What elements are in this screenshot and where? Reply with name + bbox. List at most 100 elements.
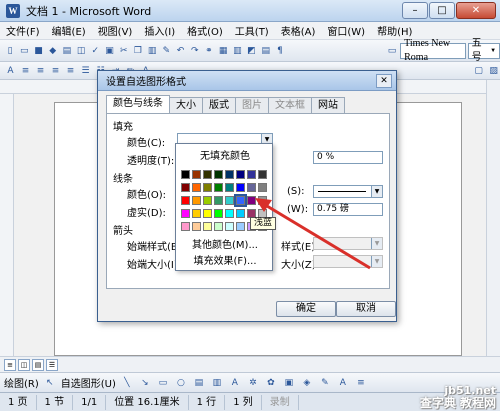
clipart-icon[interactable]: ✿ xyxy=(264,376,278,390)
border-icon[interactable]: ▢ xyxy=(472,64,485,78)
color-swatch[interactable] xyxy=(181,196,190,205)
line-style-icon[interactable]: ≡ xyxy=(354,376,368,390)
tab-colors-lines[interactable]: 颜色与线条 xyxy=(106,95,170,113)
style-icon[interactable]: A xyxy=(4,64,17,78)
font-name-select[interactable]: Times New Roma xyxy=(400,38,466,63)
save-icon[interactable]: ■ xyxy=(32,44,44,58)
tab-web[interactable]: 网站 xyxy=(311,97,345,113)
color-swatch[interactable] xyxy=(247,183,256,192)
cancel-button[interactable]: 取消 xyxy=(336,301,396,317)
columns-icon[interactable]: ▥ xyxy=(231,44,243,58)
color-swatch[interactable] xyxy=(203,196,212,205)
spelling-icon[interactable]: ✓ xyxy=(89,44,101,58)
table-icon[interactable]: ▦ xyxy=(217,44,229,58)
color-swatch[interactable] xyxy=(258,183,267,192)
paste-icon[interactable]: ▥ xyxy=(146,44,158,58)
tab-size[interactable]: 大小 xyxy=(169,97,203,113)
print-icon[interactable]: ▤ xyxy=(61,44,73,58)
oval-icon[interactable]: ○ xyxy=(174,376,188,390)
color-swatch[interactable] xyxy=(214,183,223,192)
doc-map-icon[interactable]: ▤ xyxy=(260,44,272,58)
format-painter-icon[interactable]: ✎ xyxy=(160,44,172,58)
no-fill-option[interactable]: 无填充颜色 xyxy=(180,150,270,164)
new-doc-icon[interactable]: ▯ xyxy=(4,44,16,58)
color-swatch[interactable] xyxy=(225,209,234,218)
fill-color-icon[interactable]: ◈ xyxy=(300,376,314,390)
color-swatch[interactable] xyxy=(192,170,201,179)
color-swatch[interactable] xyxy=(181,209,190,218)
color-swatch[interactable] xyxy=(214,196,223,205)
color-swatch[interactable] xyxy=(214,209,223,218)
menu-insert[interactable]: 插入(I) xyxy=(138,23,181,38)
color-swatch[interactable] xyxy=(225,183,234,192)
line-style-select[interactable]: ▼ xyxy=(313,185,383,198)
color-swatch[interactable] xyxy=(203,222,212,231)
word-app-icon[interactable]: W xyxy=(6,3,20,18)
ok-button[interactable]: 确定 xyxy=(276,301,336,317)
hyperlink-icon[interactable]: ⚭ xyxy=(203,44,215,58)
tab-layout[interactable]: 版式 xyxy=(202,97,236,113)
color-swatch[interactable] xyxy=(247,170,256,179)
print-layout-icon[interactable]: ▤ xyxy=(32,358,44,371)
color-swatch[interactable] xyxy=(225,196,234,205)
color-swatch[interactable] xyxy=(225,170,234,179)
color-swatch[interactable] xyxy=(236,209,245,218)
open-icon[interactable]: ▭ xyxy=(18,44,30,58)
line-icon[interactable]: ╲ xyxy=(120,376,134,390)
more-colors-option[interactable]: 其他颜色(M)... xyxy=(180,239,270,253)
normal-view-icon[interactable]: ≡ xyxy=(4,358,16,371)
justify-icon[interactable]: ≡ xyxy=(64,64,77,78)
diagram-icon[interactable]: ✲ xyxy=(246,376,260,390)
picture-icon[interactable]: ▣ xyxy=(282,376,296,390)
color-swatch[interactable] xyxy=(214,170,223,179)
color-swatch[interactable] xyxy=(234,194,247,207)
color-swatch[interactable] xyxy=(181,222,190,231)
color-swatch[interactable] xyxy=(236,222,245,231)
rectangle-icon[interactable]: ▭ xyxy=(156,376,170,390)
menu-tools[interactable]: 工具(T) xyxy=(229,23,275,38)
color-swatch[interactable] xyxy=(192,222,201,231)
minimize-button[interactable]: – xyxy=(402,2,428,19)
shading-icon[interactable]: ▨ xyxy=(487,64,500,78)
color-swatch[interactable] xyxy=(225,222,234,231)
color-swatch[interactable] xyxy=(181,170,190,179)
permission-icon[interactable]: ◆ xyxy=(47,44,59,58)
outline-view-icon[interactable]: ☰ xyxy=(46,358,58,371)
close-button[interactable]: ✕ xyxy=(456,2,496,19)
menu-edit[interactable]: 编辑(E) xyxy=(46,23,92,38)
select-objects-icon[interactable]: ↖ xyxy=(43,376,57,390)
print-preview-icon[interactable]: ◫ xyxy=(75,44,87,58)
menu-format[interactable]: 格式(O) xyxy=(181,23,229,38)
line-color-icon[interactable]: ✎ xyxy=(318,376,332,390)
fill-effects-option[interactable]: 填充效果(F)... xyxy=(180,255,270,269)
dialog-close-button[interactable]: ✕ xyxy=(376,74,392,88)
color-swatch[interactable] xyxy=(236,170,245,179)
color-swatch[interactable] xyxy=(181,183,190,192)
menu-window[interactable]: 窗口(W) xyxy=(321,23,371,38)
menu-table[interactable]: 表格(A) xyxy=(275,23,322,38)
research-icon[interactable]: ▣ xyxy=(103,44,115,58)
autoshapes-menu[interactable]: 自选图形(U) xyxy=(61,375,116,390)
color-swatch[interactable] xyxy=(258,196,267,205)
color-swatch[interactable] xyxy=(258,170,267,179)
transparency-input[interactable]: 0 % xyxy=(313,151,383,164)
draw-menu[interactable]: 绘图(R) xyxy=(4,375,39,390)
vertical-scrollbar[interactable] xyxy=(486,80,500,356)
font-size-select[interactable]: 五号 ▼ xyxy=(467,38,500,63)
color-swatch[interactable] xyxy=(203,170,212,179)
color-swatch[interactable] xyxy=(192,196,201,205)
color-swatch[interactable] xyxy=(203,183,212,192)
wordart-icon[interactable]: A xyxy=(228,376,242,390)
numbering-icon[interactable]: ☰ xyxy=(79,64,92,78)
maximize-button[interactable]: □ xyxy=(429,2,455,19)
color-swatch[interactable] xyxy=(214,222,223,231)
font-color-draw-icon[interactable]: A xyxy=(336,376,350,390)
menu-file[interactable]: 文件(F) xyxy=(0,23,46,38)
cut-icon[interactable]: ✂ xyxy=(118,44,130,58)
align-right-icon[interactable]: ≡ xyxy=(49,64,62,78)
menu-view[interactable]: 视图(V) xyxy=(92,23,139,38)
redo-icon[interactable]: ↷ xyxy=(189,44,201,58)
weight-input[interactable]: 0.75 磅 xyxy=(313,203,383,216)
copy-icon[interactable]: ❐ xyxy=(132,44,144,58)
read-icon[interactable]: ▭ xyxy=(386,44,398,58)
